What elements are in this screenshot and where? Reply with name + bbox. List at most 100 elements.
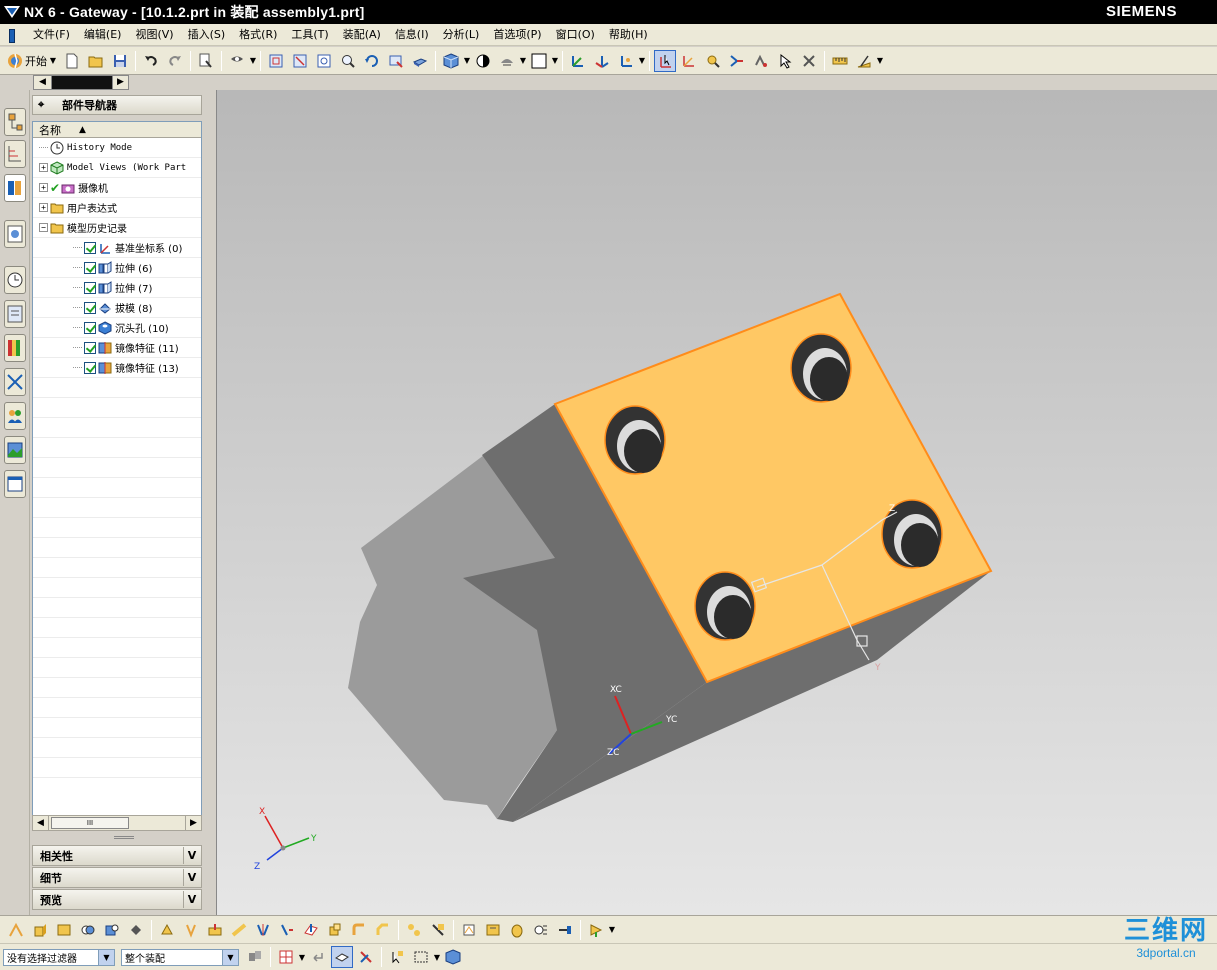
part-navigator-tab[interactable] [4,174,26,202]
snap-point-button[interactable] [275,946,297,968]
open-button[interactable] [85,50,107,72]
feature-operations-button[interactable] [585,919,607,941]
wcs-orient-button[interactable] [615,50,637,72]
command-finder-button[interactable] [195,50,217,72]
counterbore-hole[interactable] [790,333,852,403]
scale-button[interactable] [506,919,528,941]
web-browser-tab[interactable] [4,470,26,498]
process-studio-tab[interactable] [4,368,26,396]
mirror-button[interactable] [252,919,274,941]
tree-item[interactable]: − 模型历史记录 [33,218,201,238]
menu-format[interactable]: 格式(R) [232,24,284,46]
checkmark-icon[interactable]: ✔ [50,181,60,195]
column-header-name[interactable]: 名称 ▲ [33,122,201,138]
snap-control-button[interactable] [750,50,772,72]
expand-icon[interactable]: + [39,163,48,172]
sketch-button[interactable] [5,919,27,941]
roles-tab[interactable] [4,402,26,430]
scroll-thumb[interactable]: III [51,817,129,829]
visibility-checkbox[interactable] [84,241,96,254]
snap-center-button[interactable] [798,50,820,72]
chevron-down-icon[interactable]: V [183,847,200,864]
return-button[interactable] [307,946,329,968]
orient-view-button[interactable] [440,50,462,72]
chevron-down-icon[interactable]: ▼ [519,56,527,65]
perspective-button[interactable] [409,50,431,72]
shell-button[interactable] [403,919,425,941]
pocket-button[interactable] [204,919,226,941]
tree-item[interactable]: 沉头孔 (10) [33,318,201,338]
tab-scroller-control[interactable]: ◀ ▶ [33,75,129,90]
chamfer-button[interactable] [372,919,394,941]
subtract-button[interactable] [101,919,123,941]
chevron-down-icon[interactable]: ▼ [608,925,616,934]
edge-blend-button[interactable] [348,919,370,941]
fit-button[interactable] [265,50,287,72]
menu-analysis[interactable]: 分析(L) [436,24,487,46]
wcs-origin-button[interactable] [567,50,589,72]
select-edge-button[interactable] [355,946,377,968]
scroll-right-icon[interactable]: ▶ [185,816,201,830]
trim-body-button[interactable] [427,919,449,941]
rectangle-select-button[interactable] [410,946,432,968]
model-viewport[interactable]: Y Z XC YC ZC X Y Z [217,90,1217,915]
measure-distance-button[interactable] [829,50,851,72]
menu-view[interactable]: 视图(V) [128,24,180,46]
sew-button[interactable] [530,919,552,941]
graphics-window[interactable]: Y Z XC YC ZC X Y Z [216,90,1217,915]
chevron-down-icon[interactable]: ▼ [298,953,306,962]
collapse-icon[interactable]: − [39,223,48,232]
selection-mode-button[interactable] [226,50,248,72]
datum-axis-button[interactable] [324,919,346,941]
patch-button[interactable] [554,919,576,941]
visibility-checkbox[interactable] [84,341,96,354]
tree-item[interactable]: 镜像特征 (13) [33,358,201,378]
tree-item[interactable]: 镜像特征 (11) [33,338,201,358]
selection-filter-select[interactable]: 没有选择过滤器 ▼ [3,948,115,966]
render-style-button[interactable] [472,50,494,72]
redo-button[interactable] [164,50,186,72]
boss-button[interactable] [180,919,202,941]
visibility-checkbox[interactable] [84,281,96,294]
counterbore-hole[interactable] [604,405,666,475]
scroll-left-icon[interactable]: ◀ [34,76,52,89]
chevron-down-icon[interactable]: ▼ [876,56,884,65]
chevron-down-icon[interactable]: ▼ [98,949,114,965]
visibility-checkbox[interactable] [84,261,96,274]
assembly-selection-button[interactable] [244,946,266,968]
menu-file[interactable]: 文件(F) [26,24,77,46]
hole-button[interactable] [156,919,178,941]
background-button[interactable] [496,50,518,72]
constraint-navigator-tab[interactable] [4,140,26,168]
expand-icon[interactable]: + [39,183,48,192]
pattern-button[interactable] [276,919,298,941]
zoom-button[interactable] [313,50,335,72]
visibility-checkbox[interactable] [84,301,96,314]
assembly-navigator-tab[interactable] [4,108,26,136]
palette-tab[interactable] [4,334,26,362]
counterbore-hole[interactable] [694,571,756,641]
visibility-checkbox[interactable] [84,321,96,334]
thread-button[interactable] [458,919,480,941]
select-general-button[interactable] [654,49,676,72]
tree-item[interactable]: + Model Views (Work Part [33,158,201,178]
menu-help[interactable]: 帮助(H) [602,24,655,46]
history-tab[interactable] [4,266,26,294]
wcs-dynamics-button[interactable] [591,50,613,72]
point-constructor-button[interactable] [678,50,700,72]
select-face-button[interactable] [331,946,353,968]
tree-item[interactable]: History Mode [33,138,201,158]
start-button[interactable]: 开始 ▼ [4,50,60,72]
menu-edit[interactable]: 编辑(E) [77,24,129,46]
intersect-button[interactable] [125,919,147,941]
solid-selection-button[interactable] [442,946,464,968]
chevron-down-icon[interactable]: V [183,869,200,886]
save-button[interactable] [109,50,131,72]
tree-item[interactable]: + 用户表达式 [33,198,201,218]
chevron-down-icon[interactable]: ▼ [638,56,646,65]
menu-information[interactable]: 信息(I) [388,24,436,46]
datum-plane-button[interactable] [300,919,322,941]
expand-icon[interactable]: + [39,203,48,212]
zoom-window-button[interactable] [289,50,311,72]
measure-angle-button[interactable] [853,50,875,72]
